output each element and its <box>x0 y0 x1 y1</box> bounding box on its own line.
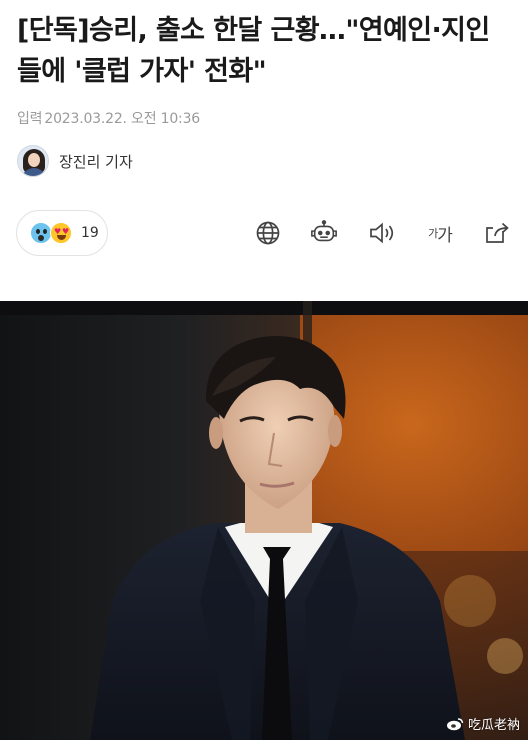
font-size-large-label: 가 <box>437 225 453 246</box>
watermark-text: 吃瓜老衲 <box>467 718 520 733</box>
reaction-count: 19 <box>81 225 99 241</box>
article-date: 입력 2023.03.22. 오전 10:36 <box>17 108 202 128</box>
reporter-name[interactable]: 장진리 기자 <box>59 151 133 172</box>
robot-icon[interactable] <box>310 219 338 247</box>
speaker-icon[interactable] <box>368 219 396 247</box>
weibo-logo-icon <box>446 717 464 730</box>
date-value: 2023.03.22. 오전 10:36 <box>44 111 200 127</box>
reporter-avatar[interactable] <box>17 145 49 177</box>
share-icon[interactable] <box>483 219 511 247</box>
reaction-button[interactable]: ♥ ♥ 19 <box>16 210 108 256</box>
date-label: 입력 <box>17 111 43 127</box>
reporter-byline[interactable]: 장진리 기자 <box>17 145 133 177</box>
article-headline: [단독]승리, 출소 한달 근황…"연예인·지인들에 '클럽 가자' 전화" <box>17 15 490 87</box>
globe-icon[interactable] <box>254 219 282 247</box>
heart-eyes-emoji-icon: ♥ ♥ <box>50 222 72 244</box>
weibo-watermark: 吃瓜老衲 <box>446 714 520 733</box>
font-size-icon[interactable]: 가가 <box>424 219 456 247</box>
surprised-emoji-icon <box>30 222 52 244</box>
font-size-small-label: 가 <box>428 227 438 240</box>
article-photo: 吃瓜老衲 <box>0 301 528 740</box>
